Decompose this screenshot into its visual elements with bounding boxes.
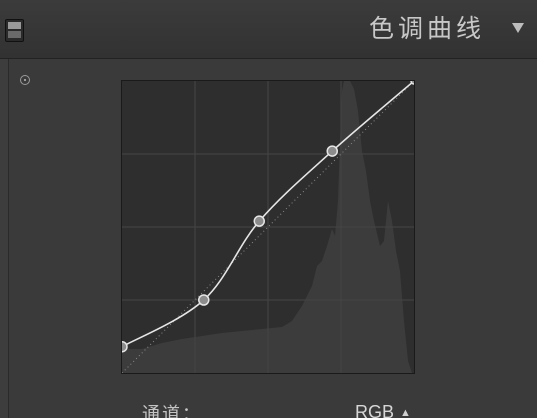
curve-control-point[interactable] xyxy=(122,340,128,353)
target-adjustment-tool-icon[interactable] xyxy=(20,75,30,85)
tone-curve-graph[interactable] xyxy=(121,80,415,374)
channel-row: 通道： RGB ▲ xyxy=(0,398,537,418)
panel-title: 色调曲线 xyxy=(368,14,485,43)
toggle-off-part xyxy=(8,31,21,38)
tone-curve-panel: 色调曲线 通道： RGB ▲ xyxy=(0,0,537,418)
curve-control-point[interactable] xyxy=(410,81,414,85)
panel-toggle-switch[interactable] xyxy=(5,19,24,42)
curve-control-point[interactable] xyxy=(253,215,265,227)
toggle-on-part xyxy=(8,22,21,29)
channel-label: 通道： xyxy=(142,404,202,418)
tone-curve-canvas[interactable] xyxy=(122,81,414,373)
curve-control-point[interactable] xyxy=(326,145,338,157)
dropdown-arrow-icon: ▲ xyxy=(400,407,411,418)
collapse-triangle-icon[interactable] xyxy=(512,23,524,33)
channel-value: RGB xyxy=(355,402,395,418)
channel-dropdown[interactable]: RGB ▲ xyxy=(355,402,411,418)
curve-control-point[interactable] xyxy=(198,294,210,306)
panel-header[interactable]: 色调曲线 xyxy=(0,0,537,59)
